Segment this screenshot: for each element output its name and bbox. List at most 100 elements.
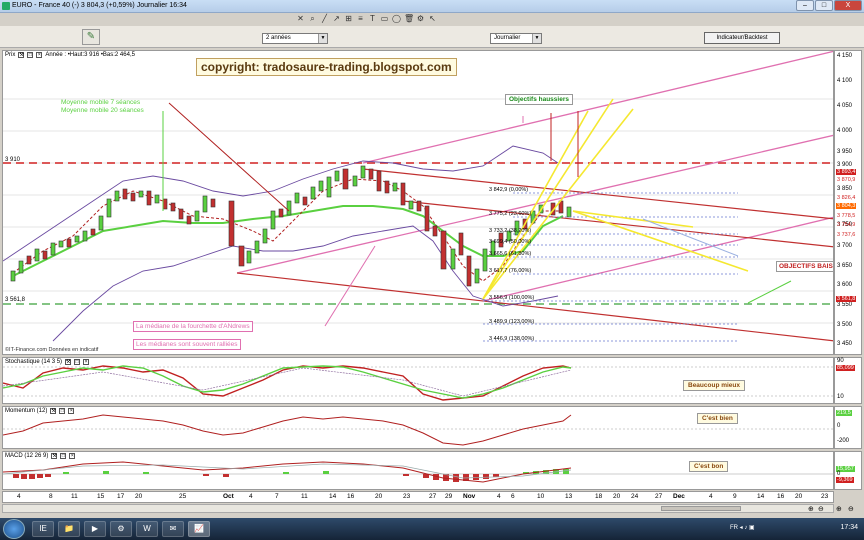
pointer-icon[interactable]: ✕ xyxy=(296,14,305,23)
channel-icon[interactable]: ⊞ xyxy=(344,14,353,23)
title-bar: EURO - France 40 (-) 3 804,3 (+0,59%) Jo… xyxy=(0,0,864,13)
x-tick: Oct xyxy=(223,493,234,500)
x-tick: 20 xyxy=(375,493,383,500)
y-tick: -200 xyxy=(837,438,850,444)
x-tick: 20 xyxy=(613,493,621,500)
x-tick: 23 xyxy=(403,493,411,500)
x-tick: 4 xyxy=(709,493,713,500)
wrench-icon[interactable]: ⚒ xyxy=(18,52,25,58)
last-price-tag: 3 804,3 xyxy=(836,203,857,209)
close-icon[interactable]: × xyxy=(83,359,90,365)
fib-level: 3 489,9 (123,00%) xyxy=(489,319,535,325)
stochastic-title: Stochastique (14 3 5) xyxy=(5,359,63,365)
draw-tool-button[interactable]: ✎ xyxy=(82,29,100,45)
maximize-icon[interactable]: □ xyxy=(27,52,34,58)
close-button[interactable]: X xyxy=(834,0,862,11)
interval-select[interactable]: Journalier ▼ xyxy=(490,33,542,44)
wrench-icon[interactable]: ⚒ xyxy=(65,359,72,365)
y-tick: 4 100 xyxy=(837,78,853,84)
stochastic-panel[interactable]: Stochastique (14 3 5) ⚒ □ × Beaucoup mie… xyxy=(2,357,834,404)
indicator-backtest-button[interactable]: Indicateur/Backtest xyxy=(704,32,780,44)
mediane-note: La médiane de la fourchette d'ANdrews xyxy=(133,321,253,332)
momentum-tag: 219,5 xyxy=(836,410,852,416)
price-tag: 3 826,4 xyxy=(837,195,856,201)
y-tick: 3 900 xyxy=(837,162,853,168)
horizontal-scrollbar[interactable] xyxy=(2,504,834,513)
zoom-icon[interactable]: ⌕ xyxy=(308,14,317,23)
period-select[interactable]: 2 années ▼ xyxy=(262,33,328,44)
taskbar-clock[interactable]: 17:34 xyxy=(840,524,858,531)
x-tick: 23 xyxy=(821,493,829,500)
x-tick: 6 xyxy=(511,493,515,500)
scrollbar-thumb[interactable] xyxy=(661,506,741,511)
taskbar-app-word[interactable]: W xyxy=(136,521,158,537)
y-tick: 3 650 xyxy=(837,263,853,269)
x-tick: 4 xyxy=(497,493,501,500)
data-source: ©IT-Finance.com Données en indicatif xyxy=(5,347,99,353)
maximize-icon[interactable]: □ xyxy=(74,359,81,365)
y-tick: 90 xyxy=(837,358,844,364)
y-tick: 3 550 xyxy=(837,302,853,308)
wrench-icon[interactable]: ⚒ xyxy=(51,453,58,459)
x-tick: 14 xyxy=(329,493,337,500)
price-tag: 3 737,6 xyxy=(837,232,856,238)
taskbar-app-mail[interactable]: ✉ xyxy=(162,521,184,537)
delete-icon[interactable]: 🗑 xyxy=(404,14,414,23)
app-icon xyxy=(2,2,10,10)
medianes-note: Les médianes sont souvent ralliées xyxy=(133,339,241,350)
x-tick: 27 xyxy=(655,493,663,500)
macd-header: MACD (12 26 9) ⚒ □ × xyxy=(5,453,76,459)
macd-panel[interactable]: MACD (12 26 9) ⚒ □ × C'est bon xyxy=(2,451,834,490)
minimize-button[interactable]: – xyxy=(796,0,814,11)
close-icon[interactable]: × xyxy=(36,52,43,58)
close-icon[interactable]: × xyxy=(68,408,75,414)
taskbar-app-media[interactable]: ▶ xyxy=(84,521,106,537)
arrow-icon[interactable]: ↗ xyxy=(332,14,341,23)
x-tick: 16 xyxy=(347,493,355,500)
x-tick: 4 xyxy=(17,493,21,500)
fib-level: 3 699,4 (50,00%) xyxy=(489,239,532,245)
zoom-in-icon[interactable]: ⊕ xyxy=(836,505,842,513)
y-tick: 3 450 xyxy=(837,341,853,347)
momentum-panel[interactable]: Momentum (12) ⚒ □ × C'est bien xyxy=(2,406,834,449)
zoom-out-icon[interactable]: ⊖ xyxy=(848,505,854,513)
start-button[interactable] xyxy=(3,519,25,539)
price-panel[interactable]: Prix ⚒ □ × Année : •Haut:3 916 •Bas:2 46… xyxy=(2,50,834,355)
taskbar-app-settings[interactable]: ⚙ xyxy=(110,521,132,537)
zoom-out-icon[interactable]: ⊖ xyxy=(818,505,824,513)
line-icon[interactable]: ╱ xyxy=(320,14,329,23)
fib-level: 3 665,6 (61,80%) xyxy=(489,251,532,257)
wrench-icon[interactable]: ⚒ xyxy=(50,408,57,414)
taskbar-app-ie[interactable]: IE xyxy=(32,521,54,537)
text-icon[interactable]: T xyxy=(368,14,377,23)
ellipse-icon[interactable]: ◯ xyxy=(392,14,401,23)
maximize-icon[interactable]: □ xyxy=(60,453,67,459)
taskbar-app-explorer[interactable]: 📁 xyxy=(58,521,80,537)
zoom-in-icon[interactable]: ⊕ xyxy=(808,505,814,513)
cursor-icon[interactable]: ↖ xyxy=(428,14,437,23)
rectangle-icon[interactable]: ▭ xyxy=(380,14,389,23)
fib-level: 3 775,2 (23,60%) xyxy=(489,211,532,217)
x-tick: 9 xyxy=(733,493,737,500)
settings-icon[interactable]: ⚙ xyxy=(416,14,425,23)
maximize-button[interactable]: □ xyxy=(815,0,833,11)
price-panel-header: Prix ⚒ □ × Année : •Haut:3 916 •Bas:2 46… xyxy=(5,52,135,58)
system-tray[interactable]: FR ◂ ♪ ▣ xyxy=(730,524,755,531)
fib-level: 3 556,9 (100,00%) xyxy=(489,295,535,301)
close-icon[interactable]: × xyxy=(69,453,76,459)
y-tick: 4 150 xyxy=(837,53,853,59)
x-tick: 13 xyxy=(565,493,573,500)
x-tick: 15 xyxy=(97,493,105,500)
drawing-toolbar: ✕ ⌕ ╱ ↗ ⊞ ≡ T ▭ ◯ 🗑 ⚙ ↖ xyxy=(296,14,437,23)
maximize-icon[interactable]: □ xyxy=(59,408,66,414)
stochastic-y-axis: 90 85,099 10 xyxy=(834,357,862,404)
window-title: EURO - France 40 (-) 3 804,3 (+0,59%) Jo… xyxy=(12,2,187,9)
chevron-down-icon: ▼ xyxy=(532,34,541,43)
fib-level: 3 842,9 (0,00%) xyxy=(489,187,529,193)
x-tick: 16 xyxy=(777,493,785,500)
y-tick: 3 500 xyxy=(837,322,853,328)
price-chart-svg xyxy=(3,51,833,342)
taskbar-app-chart[interactable]: 📈 xyxy=(188,521,210,537)
fibonacci-icon[interactable]: ≡ xyxy=(356,14,365,23)
price-tag: 3 754,9 xyxy=(837,222,856,228)
